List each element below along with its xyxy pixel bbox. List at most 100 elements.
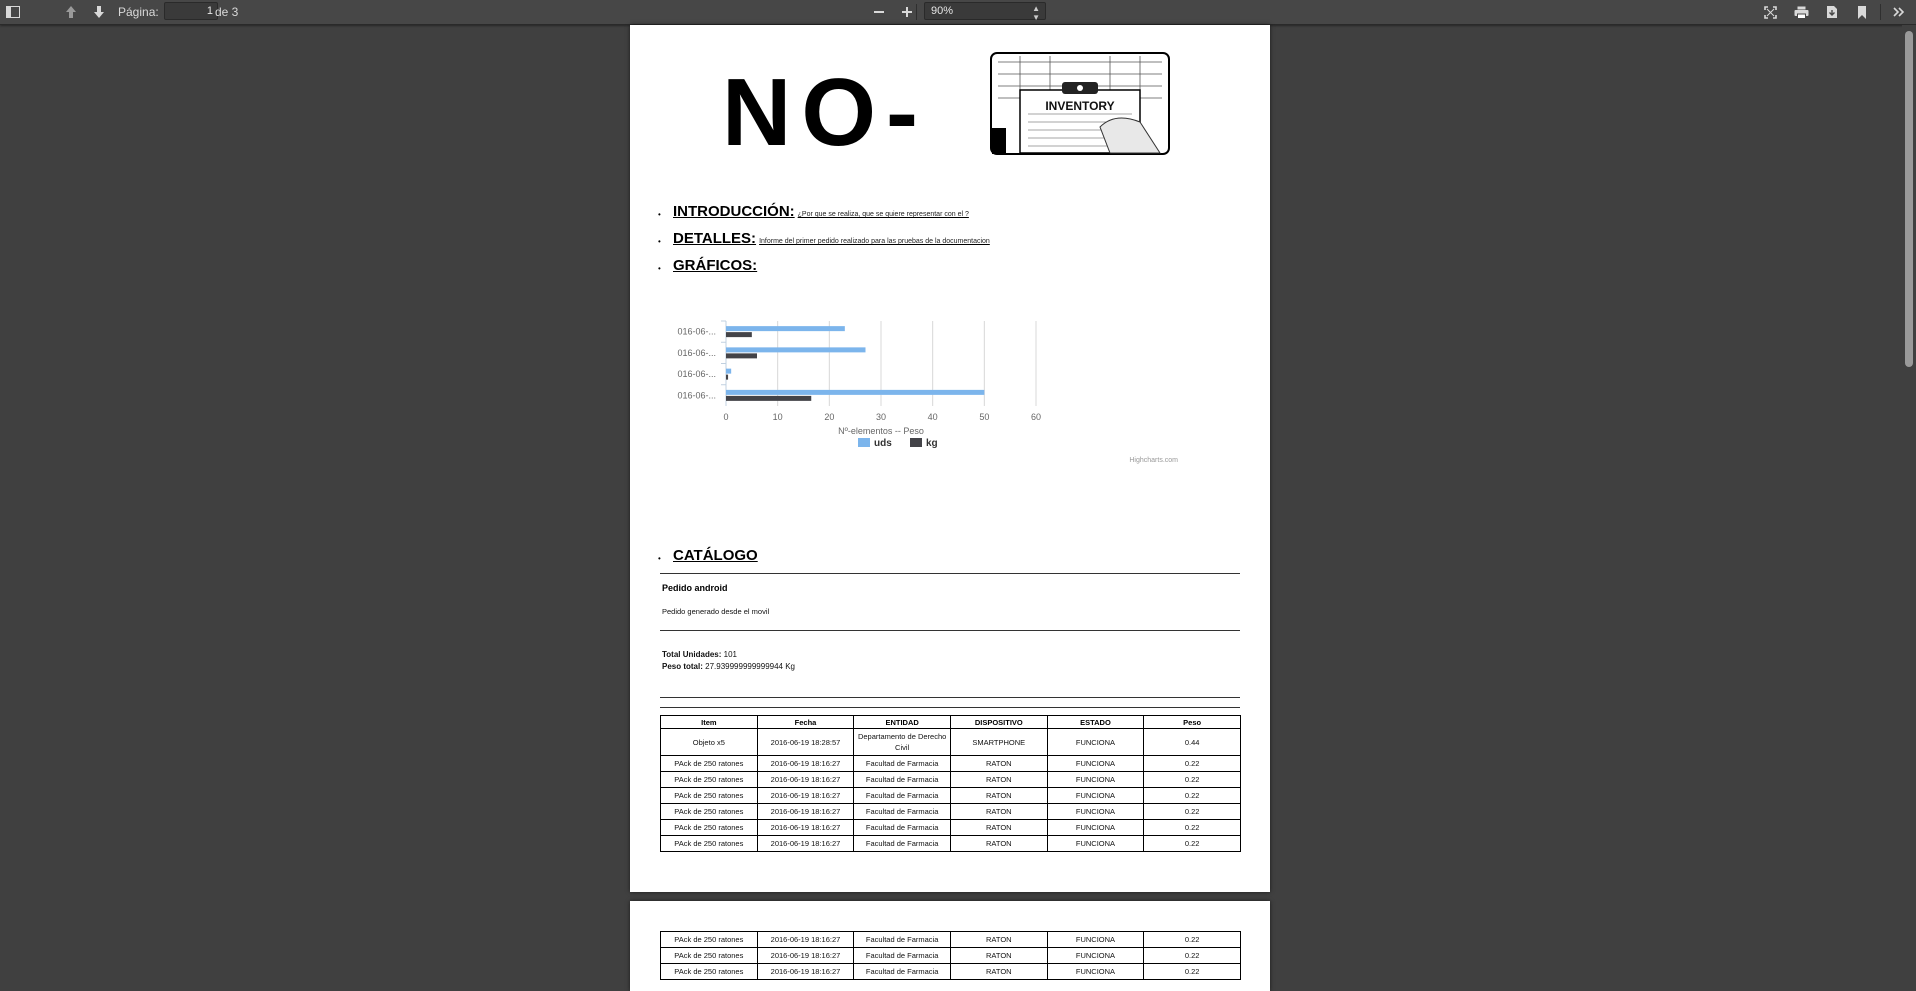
header-estado: ESTADO	[1046, 715, 1145, 729]
next-page-icon[interactable]	[86, 0, 112, 24]
table-cell: RATON	[949, 803, 1048, 820]
table-cell: PAck de 250 ratones	[660, 963, 758, 980]
bullet: •	[658, 554, 661, 563]
table-cell: Facultad de Farmacia	[853, 931, 951, 948]
zoom-select[interactable]: 90% ▲ ▼	[924, 2, 1046, 22]
catalog-table: Item Fecha ENTIDAD DISPOSITIVO ESTADO Pe…	[660, 715, 1241, 852]
header-peso: Peso	[1143, 715, 1241, 729]
bullet: •	[658, 210, 661, 219]
table-cell: RATON	[949, 931, 1048, 948]
table-cell: 0.22	[1143, 803, 1241, 820]
table-cell: 0.22	[1143, 963, 1241, 980]
y-category-label: 016-06-...	[677, 390, 716, 400]
x-tick-label: 40	[928, 412, 938, 422]
table-cell: RATON	[949, 947, 1048, 964]
y-category-label: 016-06-...	[677, 327, 716, 337]
table-cell: 2016-06-19 18:16:27	[756, 787, 855, 804]
table-cell: RATON	[949, 835, 1048, 852]
header-entidad: ENTIDAD	[853, 715, 951, 729]
table-cell: FUNCIONA	[1046, 931, 1145, 948]
legend-label-uds: uds	[874, 438, 892, 449]
section-catalogo: CATÁLOGO	[673, 547, 758, 564]
previous-page-icon[interactable]	[58, 0, 84, 24]
bar-kg	[726, 332, 752, 338]
graficos-title: GRÁFICOS:	[673, 257, 758, 274]
x-tick-label: 60	[1031, 412, 1041, 422]
x-tick-label: 30	[876, 412, 886, 422]
bullet: •	[658, 264, 661, 273]
chart-credits: Highcharts.com	[1129, 457, 1178, 464]
divider	[660, 707, 1240, 708]
table-cell: PAck de 250 ratones	[660, 771, 758, 788]
section-graficos: GRÁFICOS:	[673, 257, 757, 274]
bar-uds	[726, 347, 866, 353]
table-cell: FUNCIONA	[1046, 803, 1145, 820]
table-cell: PAck de 250 ratones	[660, 819, 758, 836]
table-cell: RATON	[949, 819, 1048, 836]
detalles-text: Informe del primer pedido realizado para…	[759, 238, 990, 245]
table-cell: Facultad de Farmacia	[853, 803, 951, 820]
table-cell: 0.44	[1143, 728, 1241, 756]
header-fecha: Fecha	[756, 715, 855, 729]
table-cell: FUNCIONA	[1046, 728, 1145, 756]
table-row: PAck de 250 ratones 2016-06-19 18:16:27 Fa…	[660, 931, 1241, 948]
bullet: •	[658, 237, 661, 246]
introduccion-title: INTRODUCCIÓN:	[673, 203, 795, 220]
table-cell: Facultad de Farmacia	[853, 787, 951, 804]
x-tick-label: 50	[979, 412, 989, 422]
total-units-value: 101	[723, 650, 738, 659]
download-icon[interactable]	[1819, 0, 1845, 24]
presentation-mode-icon[interactable]	[1757, 0, 1783, 24]
table-cell: Facultad de Farmacia	[853, 835, 951, 852]
table-cell: FUNCIONA	[1046, 963, 1145, 980]
inventory-clipboard-image: INVENTORY	[990, 52, 1170, 155]
page-number-input[interactable]	[164, 2, 218, 20]
table-cell: RATON	[949, 755, 1048, 772]
table-cell: 0.22	[1143, 931, 1241, 948]
table-header-row: Item Fecha ENTIDAD DISPOSITIVO ESTADO Pe…	[660, 715, 1241, 729]
total-units: Total Unidades: 101	[662, 650, 737, 659]
bookmark-icon[interactable]	[1849, 0, 1875, 24]
section-detalles: DETALLES: Informe del primer pedido reali…	[673, 230, 990, 247]
zoom-in-icon[interactable]	[894, 0, 920, 24]
table-cell: PAck de 250 ratones	[660, 803, 758, 820]
table-cell: RATON	[949, 771, 1048, 788]
table-row: Objeto x5 2016-06-19 18:28:57 Departamento…	[660, 728, 1241, 756]
table-row: PAck de 250 ratones 2016-06-19 18:16:27 Fa…	[660, 787, 1241, 804]
scrollbar-thumb[interactable]	[1905, 31, 1913, 367]
total-units-label: Total Unidades:	[662, 650, 722, 659]
bar-uds	[726, 389, 985, 395]
bar-uds	[726, 326, 845, 332]
header-item: Item	[660, 715, 758, 729]
table-cell: FUNCIONA	[1046, 755, 1145, 772]
total-weight: Peso total: 27.939999999999944 Kg	[662, 662, 795, 671]
table-cell: PAck de 250 ratones	[660, 931, 758, 948]
table-cell: 2016-06-19 18:16:27	[756, 931, 855, 948]
table-cell: FUNCIONA	[1046, 787, 1145, 804]
order-name: Pedido android	[662, 583, 728, 593]
table-cell: RATON	[949, 787, 1048, 804]
vertical-scrollbar[interactable]	[1902, 25, 1916, 981]
table-cell: 0.22	[1143, 787, 1241, 804]
table-cell: 2016-06-19 18:16:27	[756, 755, 855, 772]
tools-icon[interactable]	[1886, 0, 1912, 24]
print-icon[interactable]	[1788, 0, 1814, 24]
table-cell: Facultad de Farmacia	[853, 771, 951, 788]
table-cell: PAck de 250 ratones	[660, 787, 758, 804]
table-cell: Facultad de Farmacia	[853, 963, 951, 980]
table-cell: Objeto x5	[660, 728, 758, 756]
table-cell: Facultad de Farmacia	[853, 947, 951, 964]
table-cell: RATON	[949, 963, 1048, 980]
logo-text: NO-	[722, 59, 928, 166]
legend-label-kg: kg	[926, 438, 938, 449]
table-row: PAck de 250 ratones 2016-06-19 18:16:27 Fa…	[660, 835, 1241, 852]
catalog-table-continued: PAck de 250 ratones 2016-06-19 18:16:27 Fa…	[660, 931, 1241, 980]
table-cell: 2016-06-19 18:16:27	[756, 835, 855, 852]
sidebar-toggle-icon[interactable]	[0, 0, 26, 24]
total-weight-label: Peso total:	[662, 662, 703, 671]
zoom-out-icon[interactable]	[866, 0, 892, 24]
table-row: PAck de 250 ratones 2016-06-19 18:16:27 Fa…	[660, 963, 1241, 980]
y-category-label: 016-06-...	[677, 369, 716, 379]
page-count: de 3	[215, 5, 239, 19]
divider	[660, 697, 1240, 698]
